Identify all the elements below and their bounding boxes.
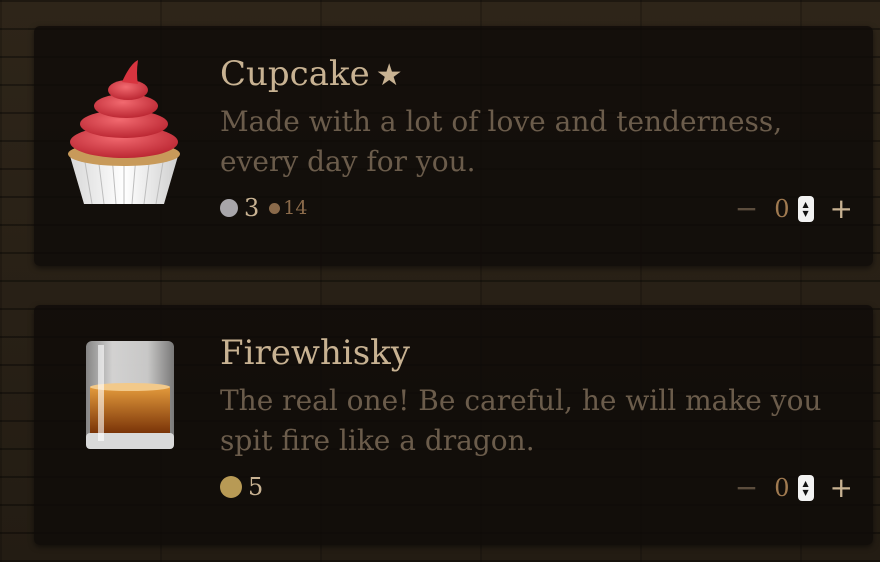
star-icon: ★ — [375, 58, 403, 93]
price-gold: 5 — [248, 473, 264, 501]
product-description: The real one! Be careful, he will make y… — [220, 384, 822, 457]
decrement-button[interactable]: − — [735, 192, 758, 225]
quantity-stepper: − 0 ▲ ▼ + — [735, 471, 853, 504]
bronze-coin-icon — [269, 202, 281, 214]
product-card-cupcake: Cupcake ★ Made with a lot of love and ten… — [34, 26, 873, 266]
product-name: Cupcake — [220, 54, 370, 94]
product-name: Firewhisky — [220, 333, 410, 373]
quantity-value[interactable]: 0 — [774, 474, 789, 502]
quantity-stepper: − 0 ▲ ▼ + — [735, 192, 853, 225]
whisky-glass-icon — [86, 341, 174, 449]
product-title: Cupcake ★ — [220, 54, 403, 94]
increment-button[interactable]: + — [830, 192, 853, 225]
product-title: Firewhisky — [220, 333, 410, 373]
spinner-icon[interactable]: ▲ ▼ — [797, 195, 814, 222]
cupcake-icon — [68, 60, 180, 205]
gold-coin-icon — [220, 476, 242, 498]
price-silver: 3 — [244, 194, 260, 222]
product-description: Made with a lot of love and tenderness, … — [220, 105, 783, 178]
spinner-icon[interactable]: ▲ ▼ — [797, 474, 814, 501]
price: 5 — [220, 473, 263, 501]
product-card-firewhisky: Firewhisky The real one! Be careful, he … — [34, 305, 873, 545]
increment-button[interactable]: + — [830, 471, 853, 504]
price: 3 14 — [220, 194, 307, 222]
silver-coin-icon — [220, 199, 238, 217]
decrement-button[interactable]: − — [735, 471, 758, 504]
price-bronze: 14 — [283, 197, 308, 219]
quantity-value[interactable]: 0 — [774, 195, 789, 223]
